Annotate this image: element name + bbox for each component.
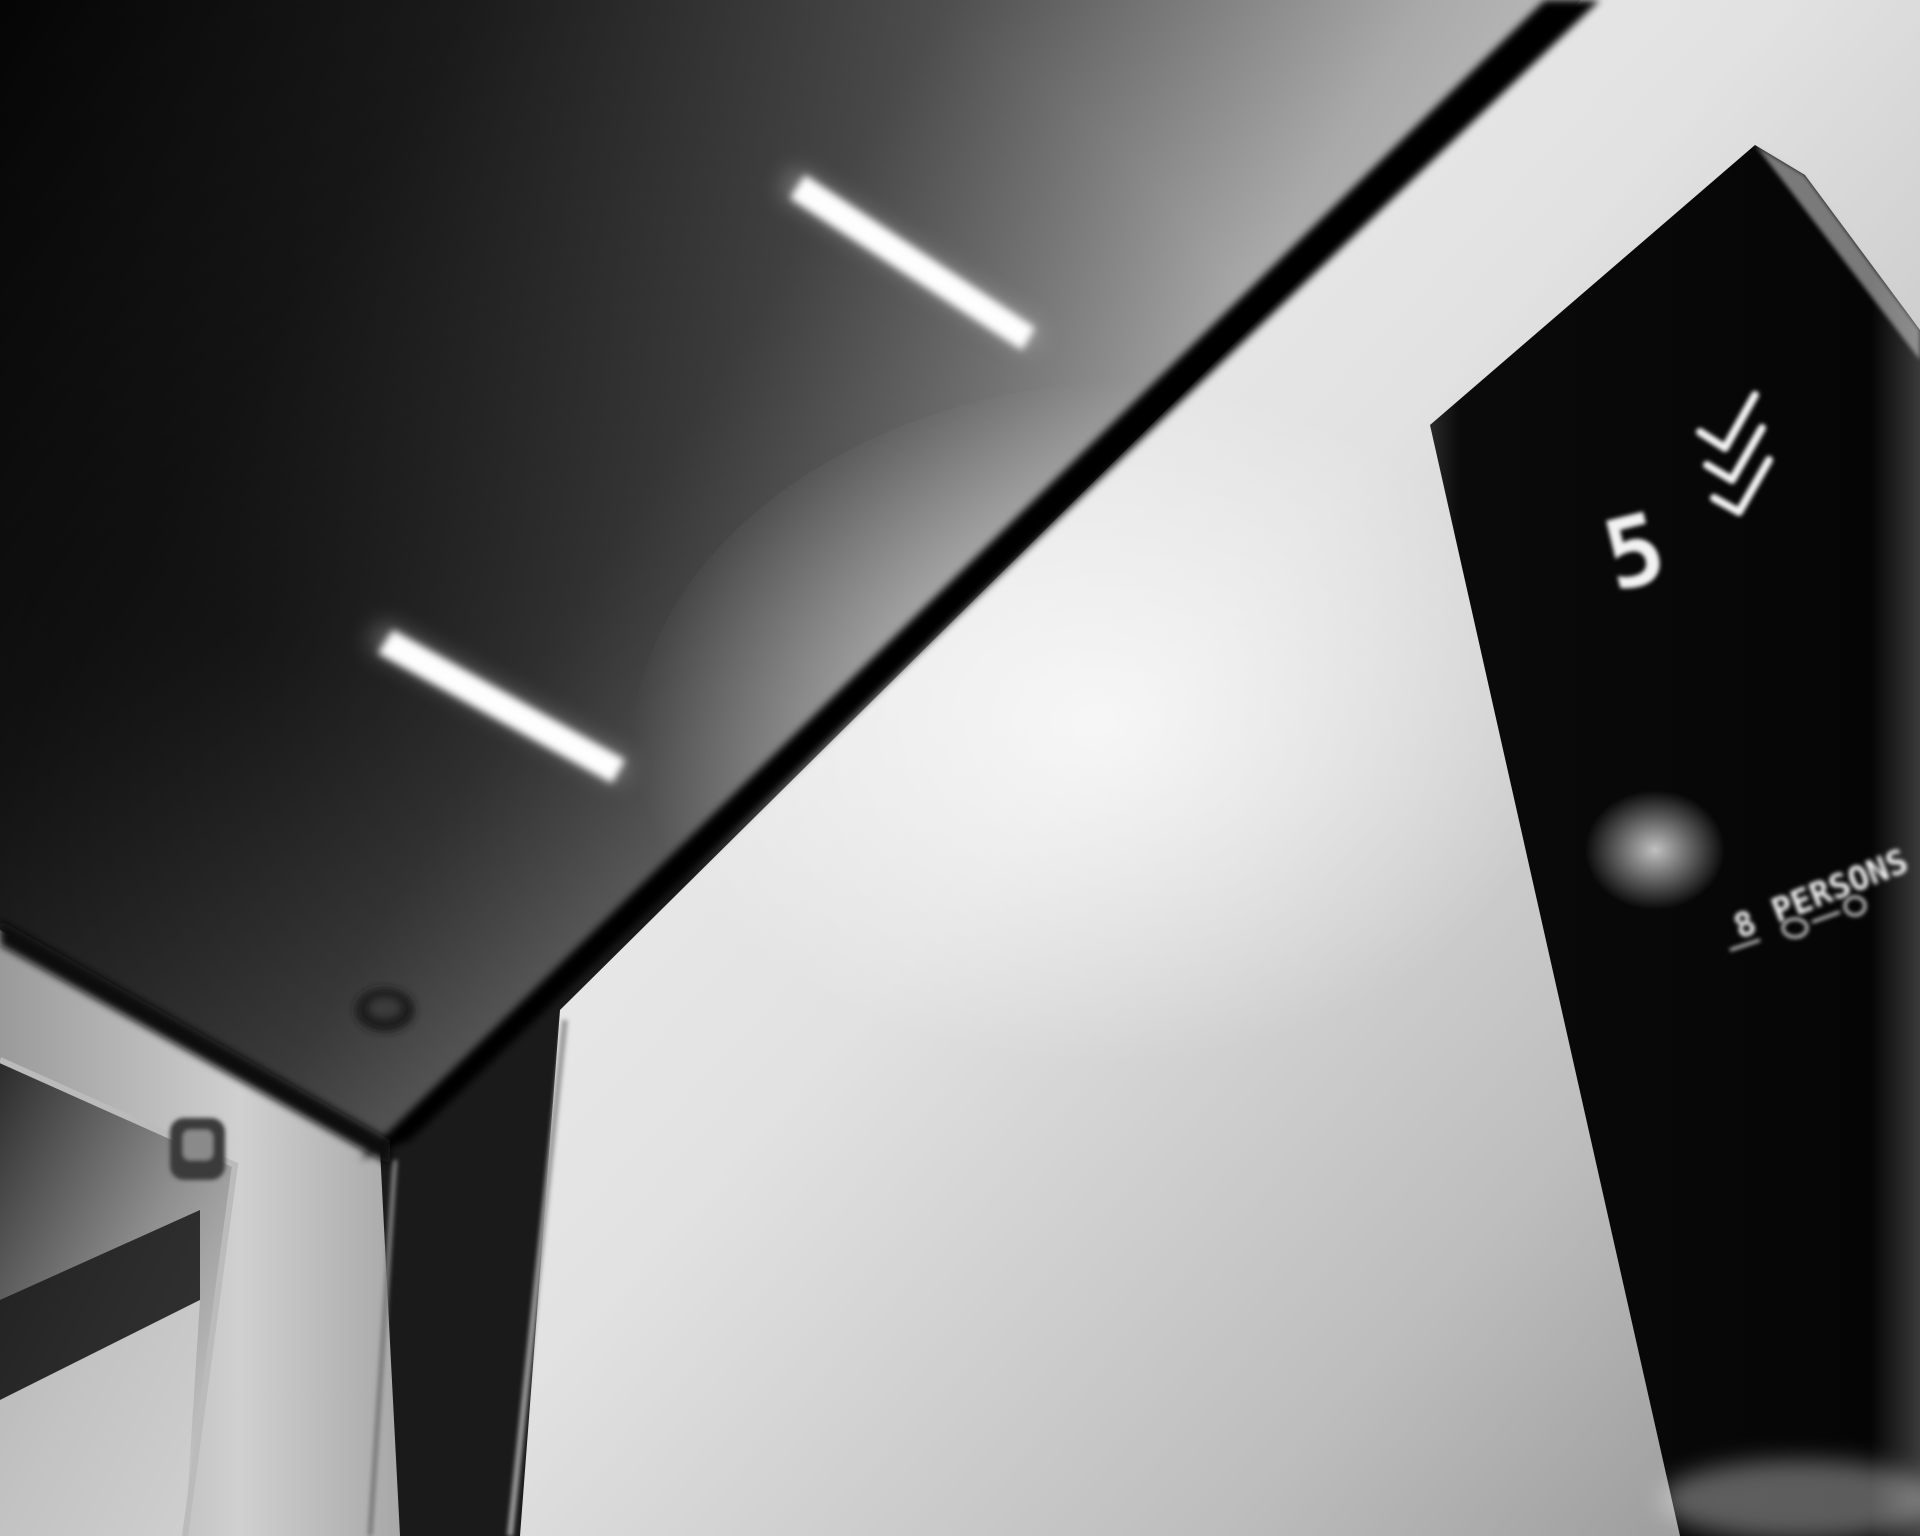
elevator-photo: 5 8 PERSONS [0,0,1920,1536]
elevator-scene-svg: 5 8 PERSONS [0,0,1920,1536]
mirror-clip-icon [170,1118,225,1180]
ceiling-speaker-icon [355,988,415,1032]
